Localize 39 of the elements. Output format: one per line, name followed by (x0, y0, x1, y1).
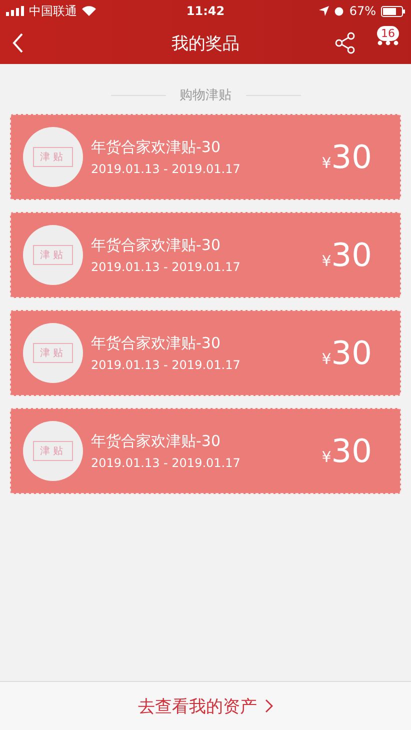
currency-sign: ¥ (322, 154, 332, 172)
coupon-amount: 30 (331, 236, 372, 274)
coupon-title: 年货合家欢津贴-30 (91, 236, 222, 255)
coupon-amount: 30 (331, 334, 372, 372)
coupon-card[interactable]: 津贴 年货合家欢津贴-30 2019.01.13 - 2019.01.17 ¥30 (10, 408, 401, 494)
currency-sign: ¥ (322, 252, 332, 270)
coupon-title: 年货合家欢津贴-30 (91, 334, 222, 353)
share-button[interactable] (335, 32, 355, 54)
coupon-title: 年货合家欢津贴-30 (91, 432, 222, 451)
coupon-dates: 2019.01.13 - 2019.01.17 (91, 162, 242, 176)
currency-sign: ¥ (322, 448, 332, 466)
coupon-dates: 2019.01.13 - 2019.01.17 (91, 260, 242, 274)
stamp-label: 津贴 (33, 343, 73, 363)
signal-icon (6, 6, 24, 16)
coupon-card[interactable]: 津贴 年货合家欢津贴-30 2019.01.13 - 2019.01.17 ¥30 (10, 310, 401, 396)
more-button[interactable] (377, 40, 399, 46)
notification-badge: 16 (377, 26, 399, 41)
stamp-label: 津贴 (33, 441, 73, 461)
coupon-amount: 30 (331, 432, 372, 470)
wifi-icon (82, 6, 96, 16)
currency-sign: ¥ (322, 350, 332, 368)
carrier-name: 中国联通 (29, 2, 77, 20)
stamp-label: 津贴 (33, 147, 73, 167)
page-title: 我的奖品 (172, 32, 240, 54)
coupon-card[interactable]: 津贴 年货合家欢津贴-30 2019.01.13 - 2019.01.17 ¥30 (10, 212, 401, 298)
coupon-title: 年货合家欢津贴-30 (91, 138, 222, 157)
back-button[interactable] (12, 33, 24, 53)
coupon-card[interactable]: 津贴 年货合家欢津贴-30 2019.01.13 - 2019.01.17 ¥30 (10, 114, 401, 200)
battery-icon (381, 6, 406, 16)
clock-time: 11:42 (186, 4, 225, 18)
assets-link[interactable]: 去查看我的资产 (138, 694, 273, 718)
location-icon (319, 6, 330, 16)
chevron-right-icon (265, 699, 273, 713)
section-title: 购物津贴 (180, 87, 232, 104)
coupon-dates: 2019.01.13 - 2019.01.17 (91, 358, 242, 372)
stamp-label: 津贴 (33, 245, 73, 265)
coupon-dates: 2019.01.13 - 2019.01.17 (91, 456, 242, 470)
coupon-amount: 30 (331, 138, 372, 176)
battery-percent: 67% (349, 4, 376, 18)
